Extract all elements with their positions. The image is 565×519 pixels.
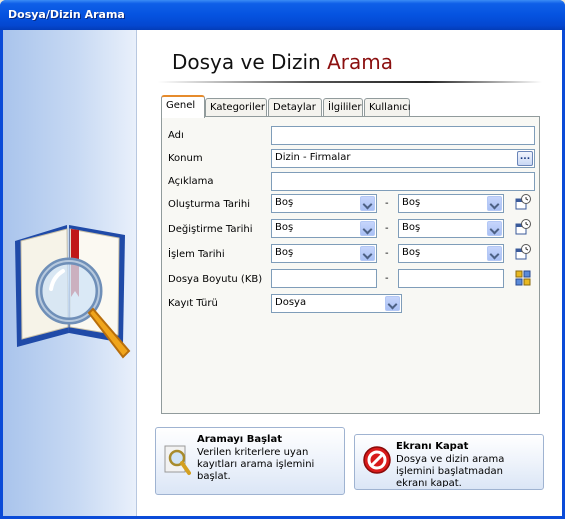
- created-to-select[interactable]: Boş: [398, 194, 504, 213]
- dialog-client-area: Dosya ve Dizin Arama Genel Kategoriler D…: [3, 30, 562, 516]
- modified-from-value: Boş: [275, 222, 294, 233]
- tab-genel[interactable]: Genel: [161, 95, 205, 118]
- file-size-label: Dosya Boyutu (KB): [168, 274, 263, 285]
- calendar-clock-icon[interactable]: [515, 219, 531, 235]
- name-input[interactable]: [271, 126, 535, 145]
- start-search-title: Aramayı Başlat: [197, 434, 282, 445]
- header-divider: [158, 81, 542, 83]
- chevron-down-icon[interactable]: [487, 221, 502, 236]
- record-type-value: Dosya: [275, 297, 307, 308]
- modified-to-value: Boş: [402, 222, 421, 233]
- created-to-value: Boş: [402, 197, 421, 208]
- chevron-down-icon[interactable]: [360, 196, 375, 211]
- title-bar[interactable]: Dosya/Dizin Arama: [0, 0, 565, 30]
- start-search-button[interactable]: Aramayı Başlat Verilen kriterlere uyan k…: [155, 427, 345, 495]
- processed-date-label: İşlem Tarihi: [168, 249, 225, 260]
- location-label: Konum: [168, 153, 203, 164]
- chevron-down-icon[interactable]: [385, 296, 400, 311]
- chevron-down-icon[interactable]: [487, 196, 502, 211]
- chevron-down-icon[interactable]: [360, 221, 375, 236]
- processed-to-select[interactable]: Boş: [398, 244, 504, 263]
- tab-kullanici[interactable]: Kullanıcı: [364, 98, 410, 117]
- side-banner: [3, 30, 137, 516]
- processed-to-value: Boş: [402, 247, 421, 258]
- page-title-accent: Arama: [327, 50, 393, 74]
- created-range-separator: -: [385, 198, 389, 209]
- window-title: Dosya/Dizin Arama: [8, 8, 125, 21]
- location-input[interactable]: Dizin - Firmalar: [271, 149, 535, 168]
- description-label: Açıklama: [168, 176, 214, 187]
- search-book-icon: [15, 225, 131, 359]
- record-type-label: Kayıt Türü: [168, 298, 218, 309]
- calendar-clock-icon[interactable]: [515, 244, 531, 260]
- close-screen-button[interactable]: Ekranı Kapat Dosya ve dizin arama işlemi…: [354, 434, 544, 490]
- chevron-down-icon[interactable]: [360, 246, 375, 261]
- modified-from-select[interactable]: Boş: [271, 219, 377, 238]
- close-screen-title: Ekranı Kapat: [396, 441, 469, 452]
- created-date-label: Oluşturma Tarihi: [168, 199, 251, 210]
- page-title-main: Dosya ve Dizin: [172, 50, 321, 74]
- magnifier-key-icon: [164, 445, 191, 475]
- main-pane: Dosya ve Dizin Arama Genel Kategoriler D…: [138, 30, 562, 516]
- name-label: Adı: [168, 130, 184, 141]
- start-search-description: Verilen kriterlere uyan kayıtları arama …: [197, 447, 315, 482]
- size-range-separator: -: [385, 273, 389, 284]
- processed-from-select[interactable]: Boş: [271, 244, 377, 263]
- tab-kategoriler[interactable]: Kategoriler: [205, 98, 267, 117]
- size-from-input[interactable]: [271, 269, 377, 288]
- processed-from-value: Boş: [275, 247, 294, 258]
- size-units-icon[interactable]: [515, 270, 531, 286]
- record-type-select[interactable]: Dosya: [271, 294, 402, 313]
- modified-date-label: Değiştirme Tarihi: [168, 224, 253, 235]
- modified-to-select[interactable]: Boş: [398, 219, 504, 238]
- stop-sign-icon: [363, 446, 391, 474]
- location-browse-button[interactable]: ...: [517, 151, 533, 166]
- chevron-down-icon[interactable]: [487, 246, 502, 261]
- size-to-input[interactable]: [398, 269, 504, 288]
- description-input[interactable]: [271, 172, 535, 191]
- tab-detaylar[interactable]: Detaylar: [268, 98, 322, 117]
- close-screen-description: Dosya ve dizin arama işlemini başlatmada…: [396, 454, 505, 487]
- processed-range-separator: -: [385, 248, 389, 259]
- created-from-select[interactable]: Boş: [271, 194, 377, 213]
- created-from-value: Boş: [275, 197, 294, 208]
- calendar-clock-icon[interactable]: [515, 194, 531, 210]
- tab-ilgililer[interactable]: İlgililer: [323, 98, 363, 117]
- modified-range-separator: -: [385, 223, 389, 234]
- dialog-window: Dosya/Dizin Arama Dosya ve Dizin Arama G…: [0, 0, 565, 519]
- page-title: Dosya ve Dizin Arama: [172, 50, 393, 74]
